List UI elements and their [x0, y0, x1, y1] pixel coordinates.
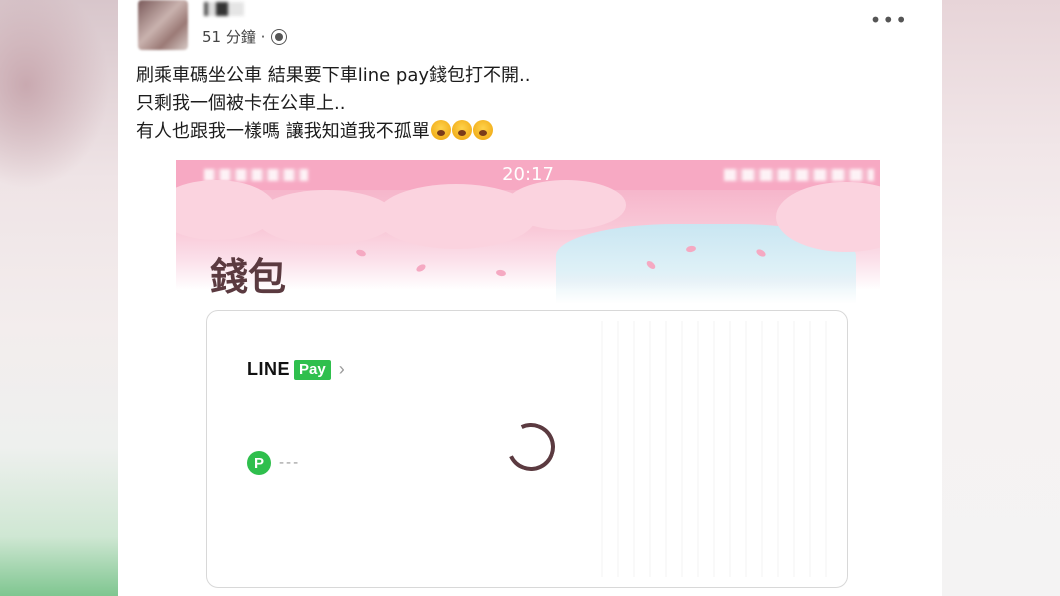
line-points[interactable]: P --- — [247, 451, 300, 475]
attached-screenshot[interactable]: 20:17 錢包 LINE Pay › P --- — [176, 160, 880, 596]
line-pay-card[interactable]: LINE Pay › P --- — [206, 310, 848, 588]
wallet-title: 錢包 — [210, 254, 287, 299]
facebook-post: 51 分鐘 · ••• 刷乘車碼坐公車 結果要下車line pay錢包打不開..… — [118, 0, 942, 596]
points-value: --- — [279, 455, 301, 471]
crying-face-icon — [472, 120, 493, 140]
status-icons-blurred-right — [724, 169, 874, 181]
line-logo-text: LINE — [247, 359, 291, 379]
loading-spinner-icon — [500, 416, 562, 478]
blossom-cloud — [256, 190, 396, 245]
crying-face-icon — [451, 120, 472, 140]
line-pay-link[interactable]: LINE Pay › — [247, 359, 345, 380]
poster-name-blurred[interactable] — [204, 2, 244, 16]
background-left-blur — [0, 0, 110, 190]
avatar[interactable] — [138, 0, 188, 50]
petal — [415, 262, 427, 274]
petal — [495, 269, 507, 277]
points-icon: P — [247, 451, 271, 475]
blossom-cloud — [506, 180, 626, 230]
globe-icon — [271, 28, 288, 45]
chevron-right-icon: › — [338, 359, 345, 379]
post-text: 刷乘車碼坐公車 結果要下車line pay錢包打不開.. 只剩我一個被卡在公車上… — [136, 62, 530, 146]
background-right — [942, 0, 1060, 596]
post-line-3: 有人也跟我一樣嗎 讓我知道我不孤單 — [136, 118, 530, 146]
sakura-header-art: 錢包 — [176, 180, 880, 304]
more-options-icon[interactable]: ••• — [870, 8, 908, 32]
petal — [355, 248, 367, 258]
post-time[interactable]: 51 分鐘 · — [202, 26, 265, 47]
pay-logo-badge: Pay — [294, 359, 331, 380]
post-line-2: 只剩我一個被卡在公車上.. — [136, 93, 346, 114]
post-meta: 51 分鐘 · — [202, 26, 288, 47]
card-texture — [587, 321, 837, 577]
crying-face-icon — [430, 120, 451, 140]
post-line-1: 刷乘車碼坐公車 結果要下車line pay錢包打不開.. — [136, 65, 531, 86]
